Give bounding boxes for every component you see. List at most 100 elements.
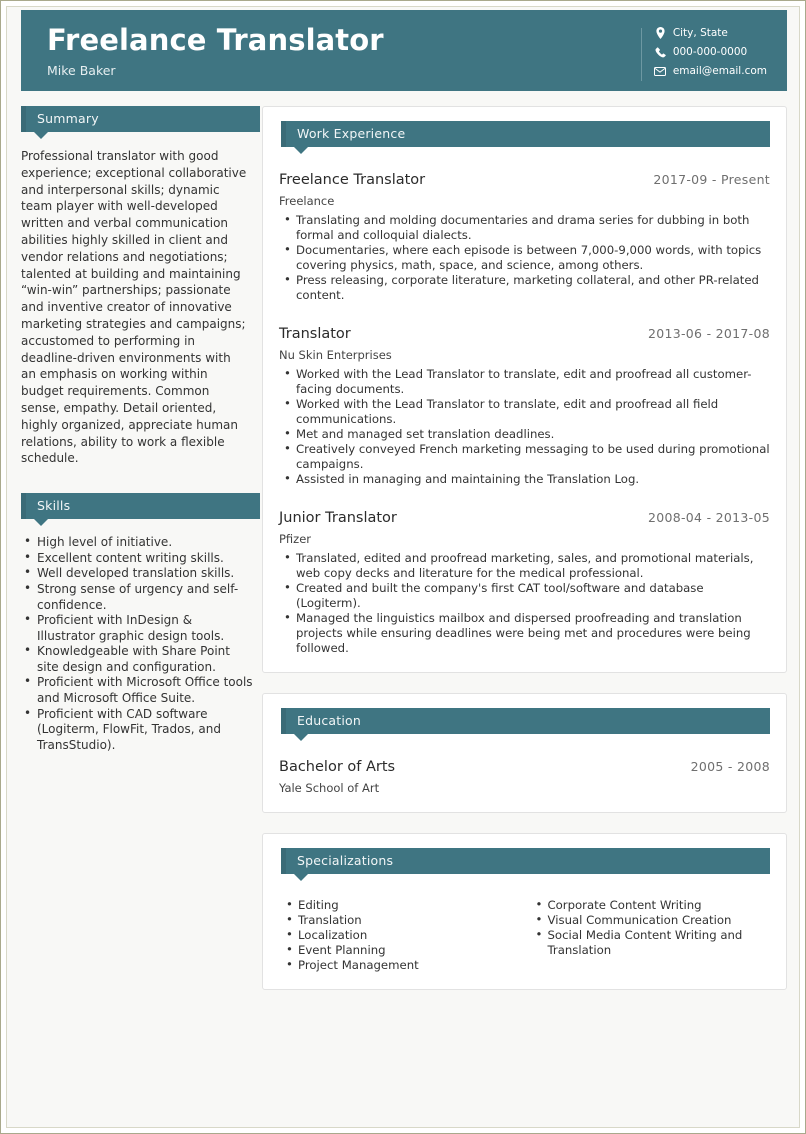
header-contact-block: City, State 000-000-0000 email@email.com [640, 10, 787, 91]
specializations-list-right: Corporate Content WritingVisual Communic… [531, 897, 771, 958]
entry-title: Freelance Translator [279, 172, 426, 188]
candidate-name: Mike Baker [47, 63, 116, 78]
entry-bullet-list: Translated, edited and proofread marketi… [279, 550, 770, 656]
skill-item: High level of initiative. [21, 534, 253, 551]
entry-organization: Yale School of Art [279, 781, 380, 795]
specialization-item: Editing [281, 897, 525, 913]
summary-section: Summary Professional translator with goo… [21, 106, 260, 467]
education-section-header: Education [281, 708, 770, 741]
entry-bullet: Creatively conveyed French marketing mes… [279, 441, 770, 472]
work-experience-card: Work Experience Freelance Translator 2017… [262, 106, 787, 673]
contact-location: City, State [654, 27, 767, 39]
specialization-item: Social Media Content Writing and Transla… [531, 927, 771, 958]
specialization-item: Translation [281, 912, 525, 928]
entry-bullet: Managed the linguistics mailbox and disp… [279, 610, 770, 656]
skill-item: Proficient with CAD software (Logiterm, … [21, 706, 253, 754]
entry-date: 2005 - 2008 [690, 759, 770, 774]
entry-bullet: Worked with the Lead Translator to trans… [279, 396, 770, 427]
work-entry: Junior Translator 2008-04 - 2013-05 Pfizer… [279, 509, 770, 656]
main-column: Work Experience Freelance Translator 2017… [262, 106, 787, 1010]
section-header-edge [281, 121, 286, 147]
specializations-section-header: Specializations [281, 848, 770, 881]
phone-icon [654, 46, 667, 58]
specializations-column-left: EditingTranslationLocalizationEvent Plan… [279, 897, 525, 973]
summary-text: Professional translator with good experi… [21, 149, 247, 466]
entry-bullet: Worked with the Lead Translator to trans… [279, 366, 770, 397]
skill-item: Proficient with Microsoft Office tools a… [21, 674, 253, 706]
education-entries: Bachelor of Arts 2005 - 2008 Yale School o… [279, 758, 770, 796]
envelope-icon [654, 65, 667, 77]
entry-title: Translator [279, 326, 351, 342]
location-pin-icon [654, 27, 667, 39]
skill-item: Well developed translation skills. [21, 565, 253, 582]
resume-page-inner: Freelance Translator Mike Baker City, St… [6, 6, 800, 1128]
specialization-item: Project Management [281, 957, 525, 973]
skill-item: Proficient with InDesign & Illustrator g… [21, 612, 253, 644]
entry-bullet: Created and built the company's first CA… [279, 580, 770, 611]
section-header-edge [21, 106, 26, 132]
resume-header: Freelance Translator Mike Baker City, St… [21, 10, 787, 91]
entry-date: 2013-06 - 2017-08 [647, 326, 770, 341]
entry-header: Freelance Translator 2017-09 - Present [279, 171, 770, 189]
entry-bullet: Met and managed set translation deadline… [279, 426, 770, 442]
contact-email-text: email@email.com [672, 65, 767, 77]
entry-bullet-list: Worked with the Lead Translator to trans… [279, 366, 770, 487]
entry-header: Bachelor of Arts 2005 - 2008 [279, 758, 770, 776]
specialization-item: Visual Communication Creation [531, 912, 771, 928]
work-entry: Freelance Translator 2017-09 - Present Fre… [279, 171, 770, 303]
education-entry: Bachelor of Arts 2005 - 2008 Yale School o… [279, 758, 770, 796]
specializations-column-right: Corporate Content WritingVisual Communic… [525, 897, 771, 973]
education-heading: Education [297, 713, 362, 728]
skills-section-header: Skills [21, 493, 260, 527]
entry-bullet: Translated, edited and proofread marketi… [279, 550, 770, 581]
skills-list: High level of initiative.Excellent conte… [21, 534, 253, 754]
section-tab-icon [294, 734, 308, 741]
entry-title: Junior Translator [279, 510, 397, 526]
summary-section-header: Summary [21, 106, 260, 139]
skills-heading: Skills [37, 498, 71, 514]
specialization-item: Localization [281, 927, 525, 943]
skills-section: Skills High level of initiative.Excellen… [21, 493, 260, 753]
work-experience-entries: Freelance Translator 2017-09 - Present Fre… [279, 171, 770, 656]
entry-bullet: Translating and molding documentaries an… [279, 212, 770, 243]
skill-item: Strong sense of urgency and self-confide… [21, 581, 253, 613]
entry-date: 2008-04 - 2013-05 [647, 510, 770, 525]
section-header-edge [281, 708, 286, 734]
entry-header: Translator 2013-06 - 2017-08 [279, 325, 770, 343]
header-identity: Freelance Translator Mike Baker [21, 10, 641, 91]
entry-title: Bachelor of Arts [279, 759, 396, 775]
contact-location-text: City, State [672, 27, 728, 39]
contact-list: City, State 000-000-0000 email@email.com [654, 27, 767, 77]
skill-item: Knowledgeable with Share Point site desi… [21, 643, 253, 675]
entry-organization: Nu Skin Enterprises [279, 348, 392, 362]
education-card: Education Bachelor of Arts 2005 - 2008 Yal… [262, 693, 787, 813]
resume-page: Freelance Translator Mike Baker City, St… [0, 0, 806, 1134]
section-tab-icon [34, 132, 48, 139]
entry-bullet: Assisted in managing and maintaining the… [279, 471, 770, 487]
section-tab-icon [294, 874, 308, 881]
contact-divider [640, 28, 642, 81]
entry-bullet-list: Translating and molding documentaries an… [279, 212, 770, 303]
entry-organization: Freelance [279, 194, 335, 208]
work-experience-section-header: Work Experience [281, 121, 770, 154]
entry-date: 2017-09 - Present [653, 172, 770, 187]
specialization-item: Corporate Content Writing [531, 897, 771, 913]
entry-header: Junior Translator 2008-04 - 2013-05 [279, 509, 770, 527]
summary-heading: Summary [37, 111, 99, 126]
work-experience-heading: Work Experience [297, 126, 406, 141]
specializations-heading: Specializations [297, 853, 394, 868]
sidebar: Summary Professional translator with goo… [21, 106, 260, 753]
entry-bullet: Press releasing, corporate literature, m… [279, 272, 770, 303]
specializations-list-left: EditingTranslationLocalizationEvent Plan… [281, 897, 525, 973]
contact-phone: 000-000-0000 [654, 46, 767, 58]
specialization-item: Event Planning [281, 942, 525, 958]
skill-item: Excellent content writing skills. [21, 550, 253, 567]
specializations-columns: EditingTranslationLocalizationEvent Plan… [279, 897, 771, 973]
section-header-edge [281, 848, 286, 874]
section-header-edge [21, 493, 26, 520]
entry-bullet: Documentaries, where each episode is bet… [279, 242, 770, 273]
contact-email: email@email.com [654, 65, 767, 77]
specializations-card: Specializations EditingTranslationLocali… [262, 833, 787, 990]
work-entry: Translator 2013-06 - 2017-08 Nu Skin Enter… [279, 325, 770, 487]
page-title: Freelance Translator [47, 23, 384, 57]
